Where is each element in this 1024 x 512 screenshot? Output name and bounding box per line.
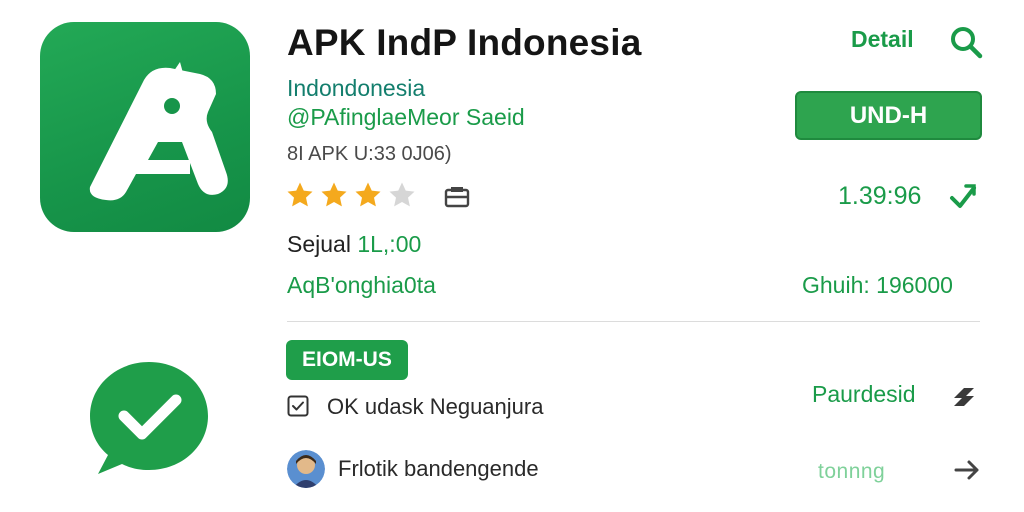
category-link[interactable]: AqB'onghia0ta: [287, 272, 436, 299]
app-title: APK IndP Indonesia: [287, 22, 642, 63]
arrow-right-icon[interactable]: [952, 455, 982, 485]
paurdesid-link[interactable]: Paurdesid: [812, 381, 916, 408]
check-badge-icon: [90, 362, 208, 474]
divider: [287, 321, 980, 322]
app-meta: 8I APK U:33 0J06): [287, 143, 452, 165]
star-icon: [321, 182, 347, 207]
sales-label: Sejual: [287, 231, 358, 257]
share-icon[interactable]: [946, 180, 978, 212]
stats-icon: [444, 187, 470, 208]
checkbox-icon[interactable]: [287, 395, 309, 417]
ok-label: OK udask Neguanjura: [327, 394, 544, 419]
reviewer-name: Frlotik bandengende: [338, 456, 539, 481]
install-button[interactable]: UND-H: [795, 91, 982, 140]
detail-link[interactable]: Detail: [851, 26, 914, 53]
star-empty-icon: [389, 182, 415, 207]
app-icon: [40, 22, 250, 232]
star-icon: [355, 182, 381, 207]
star-icon: [287, 182, 313, 207]
rating-stars: [285, 180, 417, 210]
publisher-link[interactable]: @PAfinglaeMeor Saeid: [287, 104, 525, 131]
paurdesid-icon[interactable]: [948, 378, 980, 410]
faint-label: tonnng: [818, 460, 886, 483]
size-value: Ghuih: 196000: [802, 272, 953, 298]
sales-value: 1L,:00: [357, 231, 422, 257]
app-logo-icon: [89, 62, 228, 201]
sales-count: Sejual 1L,:00: [287, 231, 421, 258]
avatar: [287, 450, 325, 488]
developer-link[interactable]: Indondonesia: [287, 75, 425, 102]
price-value: 1.39:96: [838, 182, 922, 210]
search-icon[interactable]: [948, 24, 984, 60]
tag-badge[interactable]: EIOM-US: [286, 340, 408, 380]
